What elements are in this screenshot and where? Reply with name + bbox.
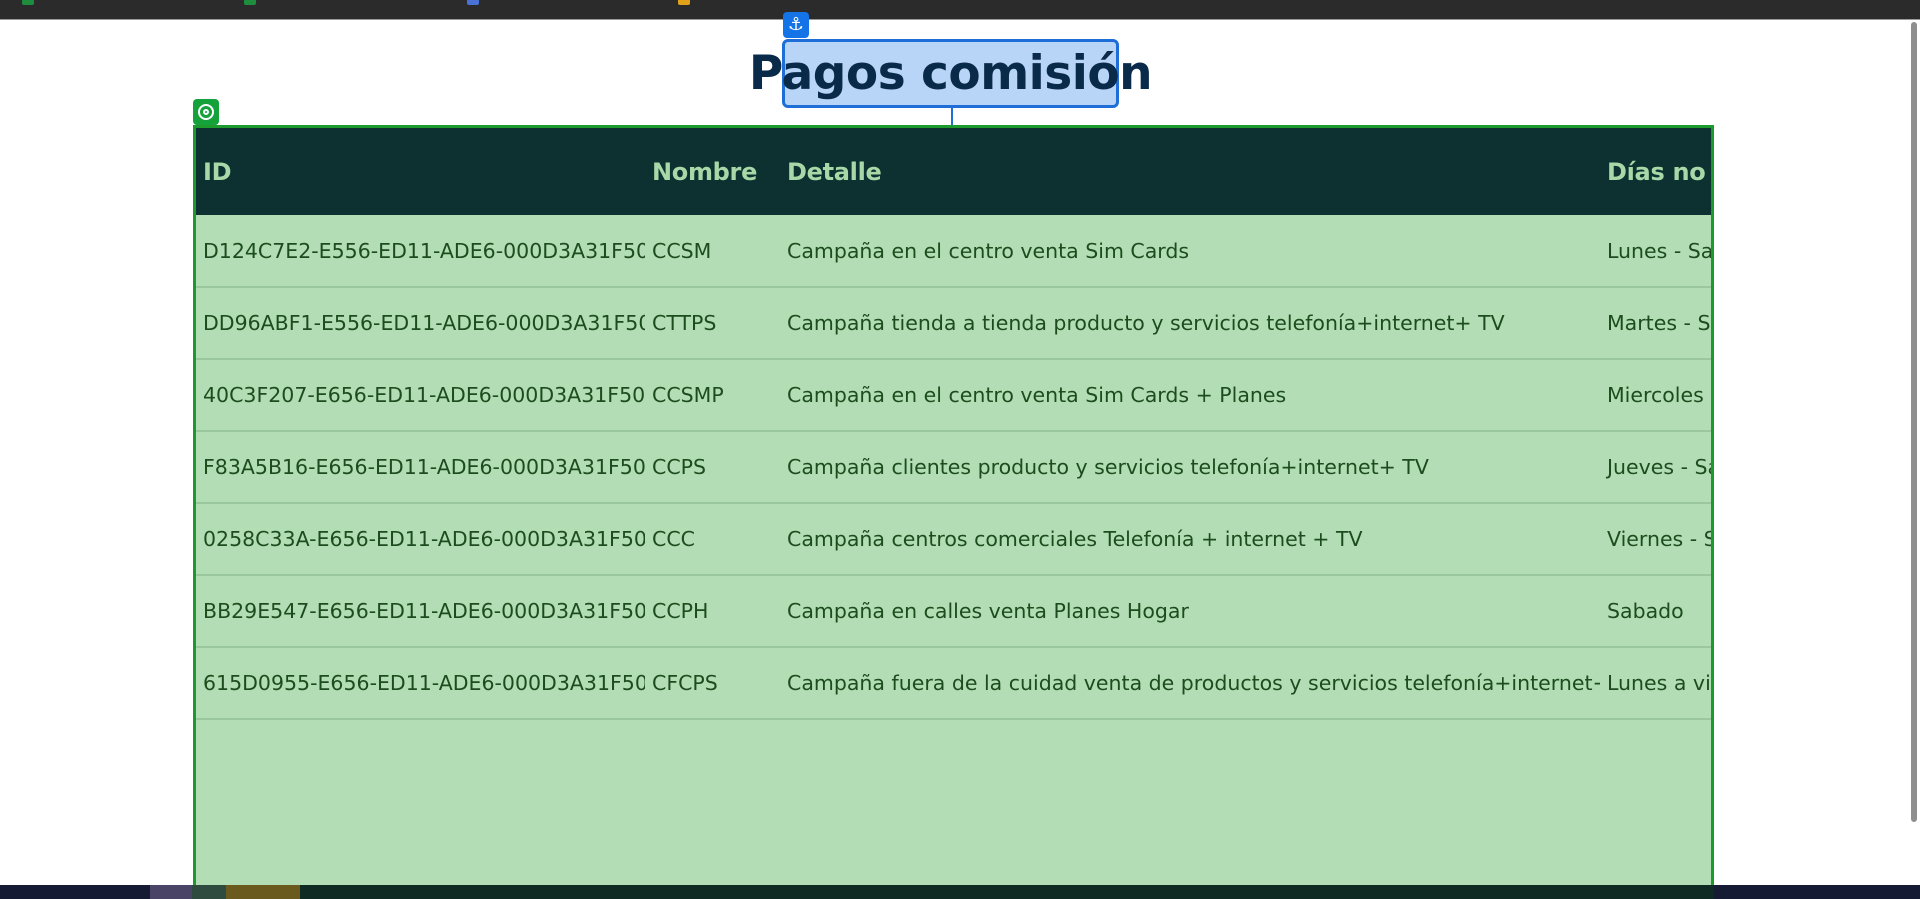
cell-nombre: CCPS <box>652 455 707 479</box>
cell-dias: Miercoles - <box>1607 383 1714 407</box>
cell-dias: Sabado <box>1607 599 1684 623</box>
bookmark-item[interactable] <box>22 0 34 6</box>
cell-nombre: CCC <box>652 527 695 551</box>
cell-nombre: CCSMP <box>652 383 724 407</box>
table-row[interactable]: BB29E547-E656-ED11-ADE6-000D3A31F50D CCP… <box>196 575 1711 647</box>
page-title: Pagos comisión <box>748 46 1153 101</box>
cell-id: F83A5B16-E656-ED11-ADE6-000D3A31F50D <box>203 455 645 479</box>
anchor-icon[interactable]: ⚓ <box>783 12 809 38</box>
column-header-id[interactable]: ID <box>196 128 645 215</box>
bookmark-item[interactable] <box>244 0 256 6</box>
cell-detalle: Campaña en calles venta Planes Hogar <box>787 599 1189 623</box>
commission-table: ID Nombre Detalle Días no h D124C7E2-E55… <box>196 128 1714 720</box>
cell-id: DD96ABF1-E556-ED11-ADE6-000D3A31F50D <box>203 311 645 335</box>
bookmarks-bar <box>0 0 1920 20</box>
cell-id: 40C3F207-E656-ED11-ADE6-000D3A31F50D <box>203 383 645 407</box>
table-row[interactable]: 0258C33A-E656-ED11-ADE6-000D3A31F50D CCC… <box>196 503 1714 575</box>
cell-dias: Viernes - S <box>1607 527 1714 551</box>
column-header-detalle[interactable]: Detalle <box>780 128 1600 215</box>
cell-detalle: Campaña centros comerciales Telefonía + … <box>787 527 1363 551</box>
cell-detalle: Campaña en el centro venta Sim Cards <box>787 238 1190 263</box>
cell-id: BB29E547-E656-ED11-ADE6-000D3A31F50D <box>203 599 645 623</box>
cell-id: D124C7E2-E556-ED11-ADE6-000D3A31F50D <box>203 238 645 263</box>
cell-detalle: Campaña clientes producto y servicios te… <box>787 455 1429 479</box>
cell-detalle: Campaña fuera de la cuidad venta de prod… <box>787 671 1600 695</box>
cell-detalle: Campaña en el centro venta Sim Cards + P… <box>787 383 1287 407</box>
column-header-nombre[interactable]: Nombre <box>645 128 780 215</box>
target-icon[interactable] <box>193 99 219 125</box>
taskbar-item[interactable] <box>150 885 192 899</box>
commission-table-frame[interactable]: ID Nombre Detalle Días no h D124C7E2-E55… <box>193 125 1714 899</box>
sheets-icon <box>22 0 34 5</box>
bookmark-icon <box>678 0 690 5</box>
table-header-row: ID Nombre Detalle Días no h <box>196 128 1711 215</box>
cell-dias: Jueves - Sa <box>1607 455 1714 479</box>
bookmark-item[interactable] <box>678 0 690 6</box>
table-row[interactable]: F83A5B16-E656-ED11-ADE6-000D3A31F50D CCP… <box>196 431 1714 503</box>
column-header-dias[interactable]: Días no h <box>1600 128 1711 215</box>
cell-id: 615D0955-E656-ED11-ADE6-000D3A31F50D <box>203 671 645 695</box>
bookmark-item[interactable] <box>467 0 479 6</box>
docs-icon <box>467 0 479 5</box>
cell-nombre: CCSM <box>652 238 712 263</box>
taskbar-app-strip <box>300 885 1714 899</box>
cell-nombre: CFCPS <box>652 671 718 695</box>
scrollbar-thumb[interactable] <box>1911 22 1917 822</box>
cell-dias: Lunes a vie <box>1607 671 1714 695</box>
table-row[interactable]: D124C7E2-E556-ED11-ADE6-000D3A31F50D CCS… <box>196 215 1714 287</box>
table-row[interactable]: 40C3F207-E656-ED11-ADE6-000D3A31F50D CCS… <box>196 359 1714 431</box>
taskbar <box>0 885 1920 899</box>
cell-nombre: CCPH <box>652 599 709 623</box>
taskbar-item[interactable] <box>226 885 300 899</box>
selected-title-frame[interactable]: Pagos comisión <box>749 39 1153 108</box>
anchor-connector <box>951 108 953 125</box>
cell-dias: Martes - Sa <box>1607 311 1714 335</box>
sheets-icon <box>244 0 256 5</box>
taskbar-item[interactable] <box>192 885 226 899</box>
cell-detalle: Campaña tienda a tienda producto y servi… <box>787 311 1505 335</box>
cell-dias: Lunes - Sal <box>1607 238 1714 263</box>
cell-id: 0258C33A-E656-ED11-ADE6-000D3A31F50D <box>203 527 645 551</box>
cell-nombre: CTTPS <box>652 311 717 335</box>
table-row[interactable]: DD96ABF1-E556-ED11-ADE6-000D3A31F50D CTT… <box>196 287 1714 359</box>
table-row[interactable]: 615D0955-E656-ED11-ADE6-000D3A31F50D CFC… <box>196 647 1714 719</box>
